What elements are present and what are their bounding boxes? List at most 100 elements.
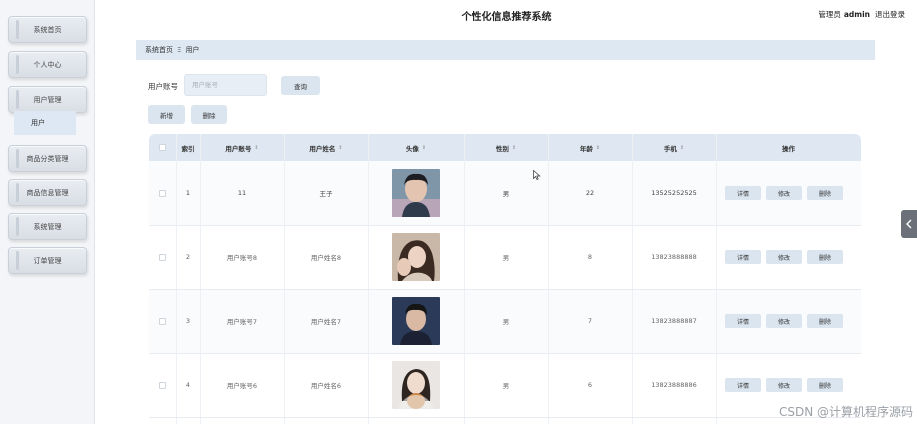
table-row: 2 用户账号8 用户姓名8 男 8 13823888888 详情 修改 删除 (149, 225, 861, 289)
edit-button[interactable]: 修改 (766, 186, 802, 200)
header-select-all[interactable] (149, 134, 176, 161)
account-cell: 用户账号8 (226, 254, 258, 262)
column-divider (284, 134, 285, 424)
sidebar-item-home[interactable]: 系统首页 (8, 16, 87, 43)
watermark: CSDN @计算机程序源码 (778, 405, 913, 419)
account-cell: 11 (237, 189, 247, 197)
header-avatar[interactable]: 头像 ⇕ (368, 134, 464, 161)
row-divider (149, 289, 861, 290)
edit-button[interactable]: 修改 (766, 378, 802, 392)
sidebar-item-label: 系统首页 (33, 25, 62, 34)
column-divider (632, 134, 633, 424)
table-header: 索引 用户账号 ⇕ 用户姓名 ⇕ 头像 ⇕ 性别 ⇕ 年龄 ⇕ 手机 ⇕ 操作 (149, 134, 861, 161)
avatar-woman-2 (392, 361, 440, 409)
header-name[interactable]: 用户姓名 ⇕ (284, 134, 368, 161)
breadcrumb-current: 用户 (185, 46, 200, 54)
delete-button[interactable]: 删除 (807, 314, 843, 328)
gender-cell: 男 (502, 254, 510, 262)
menu-notch-icon (16, 183, 19, 202)
row-checkbox[interactable] (159, 189, 166, 197)
sort-icon[interactable]: ⇕ (512, 145, 516, 151)
header-gender[interactable]: 性别 ⇕ (464, 134, 548, 161)
header-index: 索引 (176, 134, 200, 161)
user-info: 管理员 admin 退出登录 (818, 9, 905, 20)
age-cell: 6 (587, 381, 593, 389)
detail-button[interactable]: 详情 (725, 250, 761, 264)
avatar-cell (368, 225, 464, 289)
row-checkbox[interactable] (159, 381, 166, 389)
app-title: 个性化信息推荐系统 (461, 12, 552, 23)
account-cell: 用户账号7 (226, 318, 258, 326)
column-divider (368, 134, 369, 424)
detail-button[interactable]: 详情 (725, 186, 761, 200)
chevron-left-icon (906, 219, 912, 229)
age-cell: 7 (587, 317, 593, 325)
row-checkbox[interactable] (159, 317, 166, 325)
edit-button[interactable]: 修改 (766, 314, 802, 328)
menu-notch-icon (16, 90, 19, 109)
avatar-cell (368, 289, 464, 353)
sort-icon[interactable]: ⇕ (680, 145, 684, 151)
detail-button[interactable]: 详情 (725, 314, 761, 328)
sidebar-item-label: 商品信息管理 (26, 188, 69, 197)
sidebar-item-profile[interactable]: 个人中心 (8, 51, 87, 78)
avatar-cell (368, 161, 464, 225)
delete-button[interactable]: 删除 (807, 186, 843, 200)
row-select-cell (149, 353, 176, 417)
table-row: 4 用户账号6 用户姓名6 男 6 13823888886 详情 修改 删除 (149, 353, 861, 417)
menu-notch-icon (16, 149, 19, 168)
avatar-man-2 (392, 297, 440, 345)
index-cell: 2 (185, 253, 191, 261)
header-account[interactable]: 用户账号 ⇕ (200, 134, 284, 161)
menu-notch-icon (16, 217, 19, 236)
breadcrumb: 系统首页 Ξ 用户 (136, 40, 875, 60)
menu-notch-icon (16, 251, 19, 270)
header-phone[interactable]: 手机 ⇕ (632, 134, 716, 161)
sidebar-subitem-user[interactable]: 用户 (14, 111, 76, 135)
menu-notch-icon (16, 55, 19, 74)
index-cell: 1 (185, 189, 191, 197)
sidebar-item-system[interactable]: 系统管理 (8, 213, 87, 240)
user-table: 索引 用户账号 ⇕ 用户姓名 ⇕ 头像 ⇕ 性别 ⇕ 年龄 ⇕ 手机 ⇕ 操作 1 11 王… (149, 134, 861, 424)
header-label: 头像 (405, 144, 419, 153)
delete-button[interactable]: 删除 (807, 378, 843, 392)
index-cell: 4 (185, 381, 191, 389)
avatar-woman-1 (392, 233, 440, 281)
edit-button[interactable]: 修改 (766, 250, 802, 264)
breadcrumb-home[interactable]: 系统首页 (145, 45, 173, 55)
sort-icon[interactable]: ⇕ (596, 145, 600, 151)
add-button[interactable]: 新增 (148, 105, 185, 124)
name-cell: 用户姓名7 (310, 318, 342, 326)
sidebar-item-product-category[interactable]: 商品分类管理 (8, 145, 87, 172)
side-panel-toggle[interactable] (901, 210, 917, 238)
header-actions: 操作 (716, 134, 861, 161)
row-checkbox[interactable] (159, 253, 166, 261)
breadcrumb-separator: Ξ (177, 46, 182, 54)
sort-icon[interactable]: ⇕ (338, 145, 342, 151)
phone-cell: 13823888888 (651, 253, 697, 261)
search-input[interactable] (184, 74, 267, 96)
select-all-checkbox[interactable] (159, 144, 166, 151)
name-cell: 用户姓名6 (310, 382, 342, 390)
detail-button[interactable]: 详情 (725, 378, 761, 392)
column-divider (548, 134, 549, 424)
header-age[interactable]: 年龄 ⇕ (548, 134, 632, 161)
sidebar-item-label: 用户管理 (33, 95, 62, 104)
column-divider (716, 134, 717, 424)
sidebar-item-orders[interactable]: 订单管理 (8, 247, 87, 274)
age-cell: 22 (585, 189, 595, 197)
delete-button[interactable]: 删除 (807, 250, 843, 264)
row-divider (149, 417, 861, 418)
batch-delete-button[interactable]: 删除 (191, 105, 227, 124)
sidebar-item-product-info[interactable]: 商品信息管理 (8, 179, 87, 206)
gender-cell: 男 (502, 318, 510, 326)
sort-icon[interactable]: ⇕ (254, 145, 258, 151)
logout-link[interactable]: 退出登录 (875, 10, 905, 19)
sort-icon[interactable]: ⇕ (422, 145, 426, 151)
sidebar-item-users[interactable]: 用户管理 (8, 86, 87, 113)
gender-cell: 男 (502, 382, 510, 390)
index-cell: 3 (185, 317, 191, 325)
column-divider (464, 134, 465, 424)
query-button[interactable]: 查询 (281, 76, 320, 95)
column-divider (176, 134, 177, 424)
